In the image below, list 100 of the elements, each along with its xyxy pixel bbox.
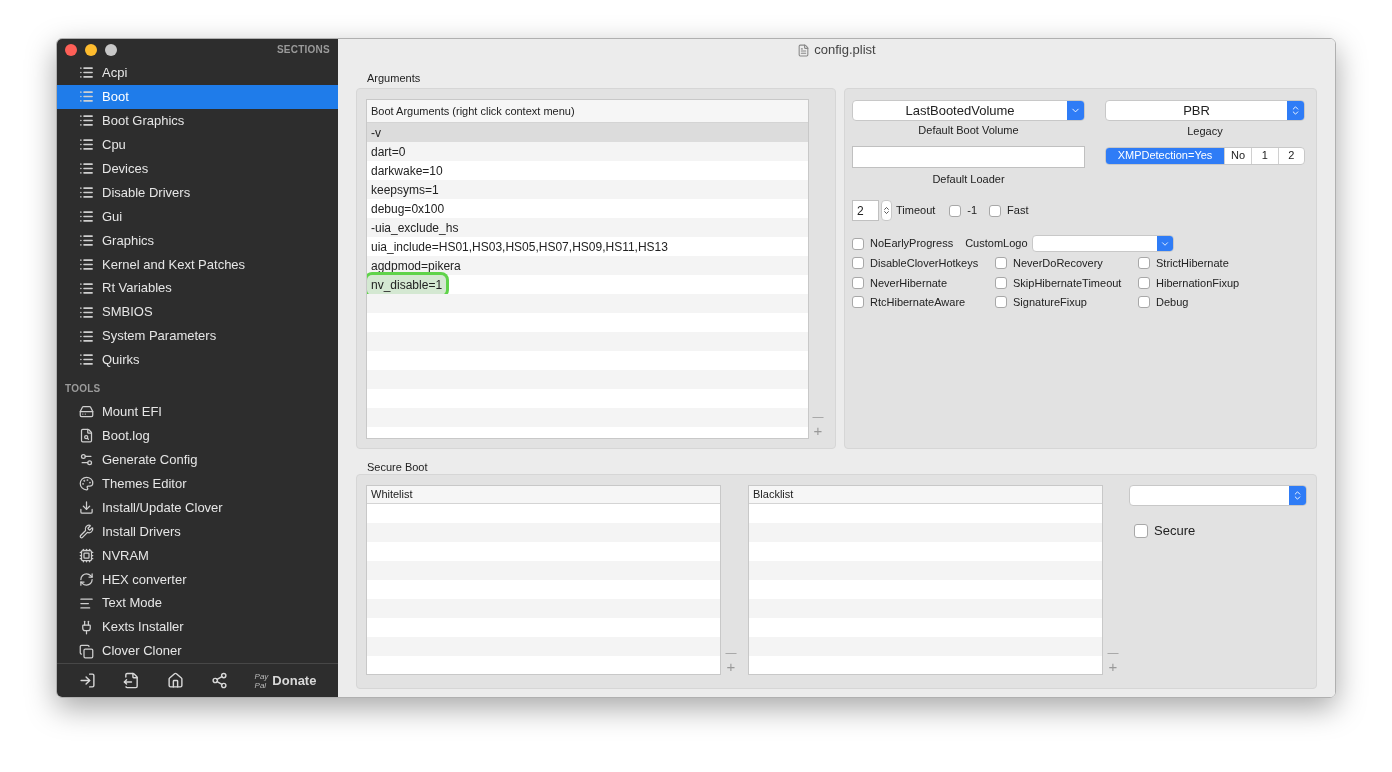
up-down-chevron-icon — [882, 206, 891, 215]
import-icon[interactable] — [78, 672, 96, 690]
plug-icon — [79, 619, 94, 635]
list-icon — [79, 328, 94, 344]
argument-text: -v — [371, 124, 381, 142]
list-icon — [79, 352, 94, 368]
checkbox[interactable] — [1134, 523, 1148, 538]
checkbox[interactable] — [995, 257, 1007, 270]
checkbox[interactable] — [852, 237, 864, 250]
list-icon — [79, 280, 94, 296]
sidebar-item[interactable]: Kernel and Kext Patches — [57, 252, 338, 277]
column-header: Blacklist — [749, 486, 1102, 504]
argument-text: agdpmod=pikera — [371, 257, 461, 275]
sidebar-item[interactable]: Install/Update Clover — [57, 495, 338, 520]
log-search-icon — [79, 428, 94, 444]
group-label: Arguments — [367, 71, 422, 84]
checkbox-label: NeverHibernate — [870, 275, 948, 291]
table-row[interactable]: dart=0 — [367, 142, 808, 161]
checkbox-label: SignatureFixup — [1013, 295, 1087, 310]
wrench-icon — [79, 523, 94, 539]
sidebar-item[interactable]: Boot Graphics — [57, 108, 338, 133]
list-icon — [79, 185, 94, 200]
sidebar-heading: SECTIONS — [276, 43, 330, 58]
input-field[interactable] — [852, 145, 1085, 168]
checkbox[interactable] — [1138, 276, 1150, 289]
column-header: Boot Arguments (right click context menu) — [367, 100, 808, 123]
checkbox[interactable] — [995, 276, 1007, 289]
sidebar-item[interactable]: Acpi — [57, 60, 338, 85]
column-header: Whitelist — [367, 486, 720, 504]
checkbox[interactable] — [852, 276, 864, 289]
segment-button[interactable]: 2 — [1277, 147, 1304, 164]
sidebar-item[interactable]: Mount EFI — [57, 399, 338, 424]
table-row[interactable]: agdpmod=pikera — [367, 256, 808, 275]
palette-icon — [79, 476, 94, 492]
home-icon[interactable] — [166, 672, 184, 690]
dropdown[interactable] — [1129, 485, 1307, 506]
segment-button[interactable]: XMPDetection=Yes — [1106, 147, 1224, 164]
sidebar-item[interactable]: Devices — [57, 156, 338, 181]
document-icon — [797, 43, 811, 57]
export-icon[interactable] — [122, 672, 140, 690]
sidebar-item[interactable]: Disable Drivers — [57, 180, 338, 205]
sidebar-item[interactable]: System Parameters — [57, 324, 338, 348]
field-label: Timeout — [896, 203, 936, 219]
sidebar-item[interactable]: NVRAM — [57, 543, 338, 568]
argument-text: darkwake=10 — [371, 162, 443, 180]
argument-text: dart=0 — [371, 143, 406, 161]
dropdown[interactable]: PBR — [1105, 100, 1305, 121]
checkbox[interactable] — [1138, 257, 1150, 270]
sidebar-item[interactable]: Clover Cloner — [57, 639, 338, 663]
checkbox[interactable] — [949, 204, 962, 217]
checkbox-label: SkipHibernateTimeout — [1013, 275, 1122, 291]
share-icon[interactable] — [210, 672, 228, 690]
list-icon — [79, 256, 94, 272]
checkbox[interactable] — [989, 204, 1002, 217]
zoom-window-button[interactable] — [105, 43, 117, 56]
sidebar-item[interactable]: Graphics — [57, 228, 338, 253]
sidebar-item[interactable]: Cpu — [57, 132, 338, 157]
sidebar-item[interactable]: SMBIOS — [57, 300, 338, 325]
checkbox-label: RtcHibernateAware — [870, 295, 966, 310]
window-title: config.plist — [814, 41, 876, 60]
sidebar-item[interactable]: Install Drivers — [57, 519, 338, 544]
checkbox[interactable] — [1138, 296, 1150, 309]
checkbox[interactable] — [995, 296, 1007, 309]
argument-text: -uia_exclude_hs — [371, 219, 459, 237]
stepper[interactable] — [881, 200, 892, 221]
segment-button[interactable]: No — [1224, 147, 1252, 164]
segment-button[interactable]: 1 — [1251, 147, 1278, 164]
sidebar-item[interactable]: Gui — [57, 204, 338, 229]
checkbox-label: NeverDoRecovery — [1013, 256, 1103, 271]
list-icon — [79, 113, 94, 129]
table-row[interactable]: -v — [367, 123, 808, 142]
sidebar-item[interactable]: Generate Config — [57, 447, 338, 472]
checkbox-label: StrictHibernate — [1156, 256, 1229, 271]
sidebar-item[interactable]: Kexts Installer — [57, 615, 338, 640]
field-label: Default Loader — [932, 171, 1005, 187]
sidebar-item[interactable]: Themes Editor — [57, 471, 338, 496]
sidebar-item[interactable]: Text Mode — [57, 591, 338, 616]
field-label: CustomLogo — [965, 236, 1028, 252]
dropdown[interactable]: LastBootedVolume — [852, 100, 1085, 121]
chip-icon — [79, 547, 94, 563]
refresh-icon — [79, 571, 94, 587]
table-row[interactable]: keepsyms=1 — [367, 180, 808, 199]
checkbox-label: Debug — [1156, 295, 1189, 310]
sidebar-item[interactable]: Rt Variables — [57, 276, 338, 301]
checkbox[interactable] — [852, 257, 864, 270]
table-row[interactable]: -uia_exclude_hs — [367, 218, 808, 237]
argument-text: keepsyms=1 — [371, 181, 439, 199]
checkbox[interactable] — [852, 296, 864, 309]
checkbox-label: Fast — [1007, 203, 1029, 219]
list-icon — [79, 65, 94, 81]
input-field[interactable]: 2 — [852, 200, 879, 221]
sidebar-item[interactable]: Quirks — [57, 348, 338, 372]
argument-text: uia_include=HS01,HS03,HS05,HS07,HS09,HS11,HS13 — [371, 238, 668, 256]
close-window-button[interactable] — [65, 43, 77, 56]
checkbox-label: NoEarlyProgress — [870, 236, 954, 252]
dropdown[interactable] — [1031, 235, 1174, 252]
minimize-window-button[interactable] — [85, 43, 97, 56]
sidebar-item[interactable]: Boot — [57, 84, 338, 109]
sidebar-item[interactable]: HEX converter — [57, 567, 338, 592]
sidebar-item[interactable]: Boot.log — [57, 423, 338, 448]
